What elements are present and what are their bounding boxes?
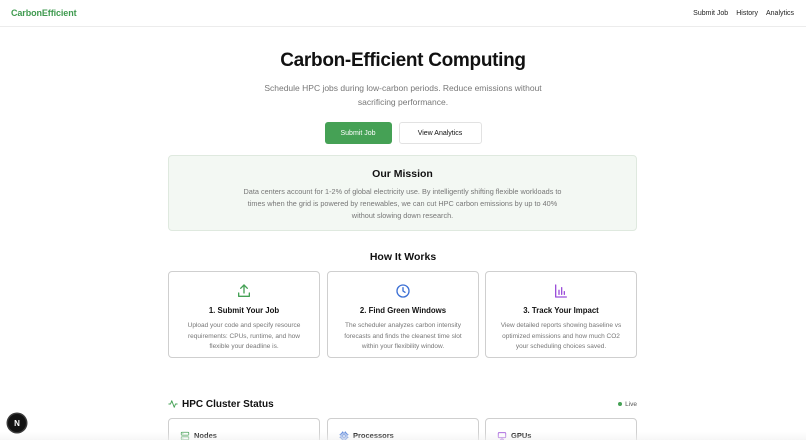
upload-icon (238, 284, 250, 297)
activity-icon (168, 400, 178, 408)
submit-job-button[interactable]: Submit Job (324, 122, 392, 144)
step-text: View detailed reports showing baseline v… (500, 322, 622, 350)
step-title: 2. Find Green Windows (359, 306, 447, 315)
stat-label: Nodes (194, 431, 217, 440)
stat-label: Processors (353, 431, 394, 440)
live-label: Live (625, 400, 637, 408)
step-text: The scheduler analyzes carbon intensity … (344, 322, 462, 350)
brand-logo[interactable]: CarbonEfficient (11, 8, 77, 18)
stat-card-processors: Processors (327, 418, 479, 440)
stat-label: GPUs (511, 431, 532, 440)
server-icon (180, 431, 190, 440)
clock-icon (396, 284, 410, 298)
dev-tools-badge[interactable]: N (8, 414, 26, 432)
cluster-status-header: HPC Cluster Status Live (168, 398, 637, 410)
hero-actions: Submit Job View Analytics (0, 122, 806, 144)
bar-chart-icon (555, 284, 567, 298)
step-card-find: 2. Find Green Windows The scheduler anal… (327, 271, 479, 358)
top-nav-bar: CarbonEfficient Submit Job History Analy… (0, 0, 806, 27)
hero-title: Carbon-Efficient Computing (280, 50, 526, 71)
mission-panel: Our Mission Data centers account for 1-2… (168, 155, 637, 231)
hero-section: Carbon-Efficient Computing Schedule HPC … (0, 50, 806, 144)
mission-text: Data centers account for 1-2% of global … (243, 187, 562, 220)
step-title: 3. Track Your Impact (523, 306, 599, 315)
mission-title: Our Mission (372, 168, 433, 180)
step-text: Upload your code and specify resource re… (187, 322, 301, 350)
cluster-title-group: HPC Cluster Status (168, 399, 274, 410)
nav-link-submit-job[interactable]: Submit Job (693, 10, 728, 17)
step-card-track: 3. Track Your Impact View detailed repor… (485, 271, 637, 358)
step-card-submit: 1. Submit Your Job Upload your code and … (168, 271, 320, 358)
monitor-icon (497, 432, 507, 440)
stat-card-nodes: Nodes (168, 418, 320, 440)
cpu-icon (339, 431, 349, 440)
stat-card-gpus: GPUs (485, 418, 637, 440)
cluster-title: HPC Cluster Status (182, 398, 274, 410)
live-indicator: Live (618, 401, 637, 408)
nav-link-history[interactable]: History (736, 10, 758, 17)
step-title: 1. Submit Your Job (208, 306, 280, 315)
hero-subtitle: Schedule HPC jobs during low-carbon peri… (264, 83, 542, 107)
view-analytics-button[interactable]: View Analytics (398, 122, 482, 144)
live-dot-icon (618, 402, 623, 406)
nav-link-analytics[interactable]: Analytics (766, 10, 794, 17)
how-it-works-title: How It Works (369, 251, 437, 263)
nav-links: Submit Job History Analytics (693, 10, 794, 17)
